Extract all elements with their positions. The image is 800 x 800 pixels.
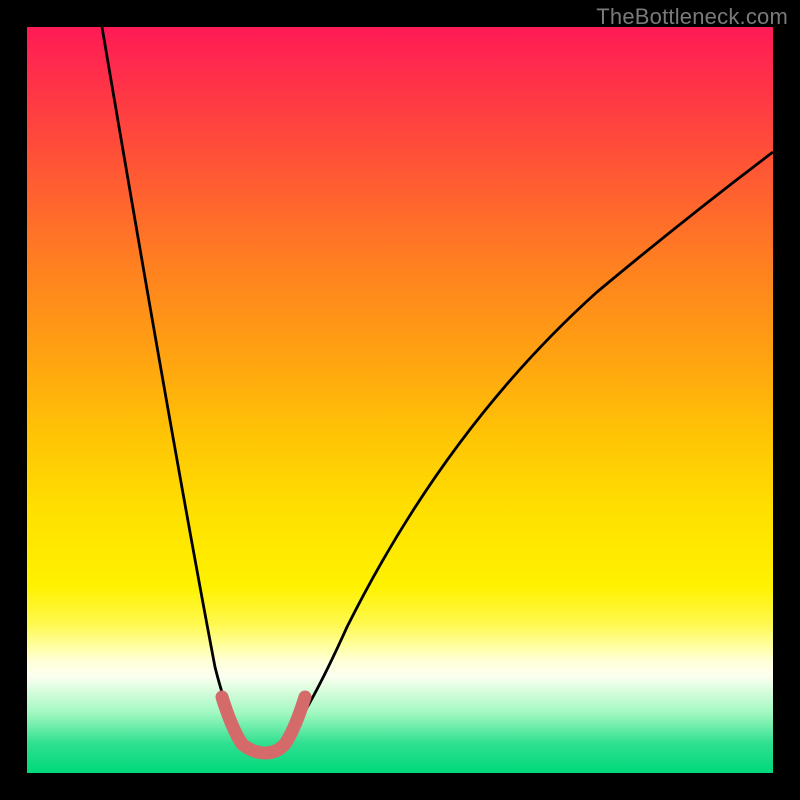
watermark-text: TheBottleneck.com [596,4,788,30]
curve-left [102,27,255,753]
curve-right [275,152,773,753]
bottleneck-curve [27,27,773,773]
plot-frame [27,27,773,773]
highlight-notch [222,697,305,753]
